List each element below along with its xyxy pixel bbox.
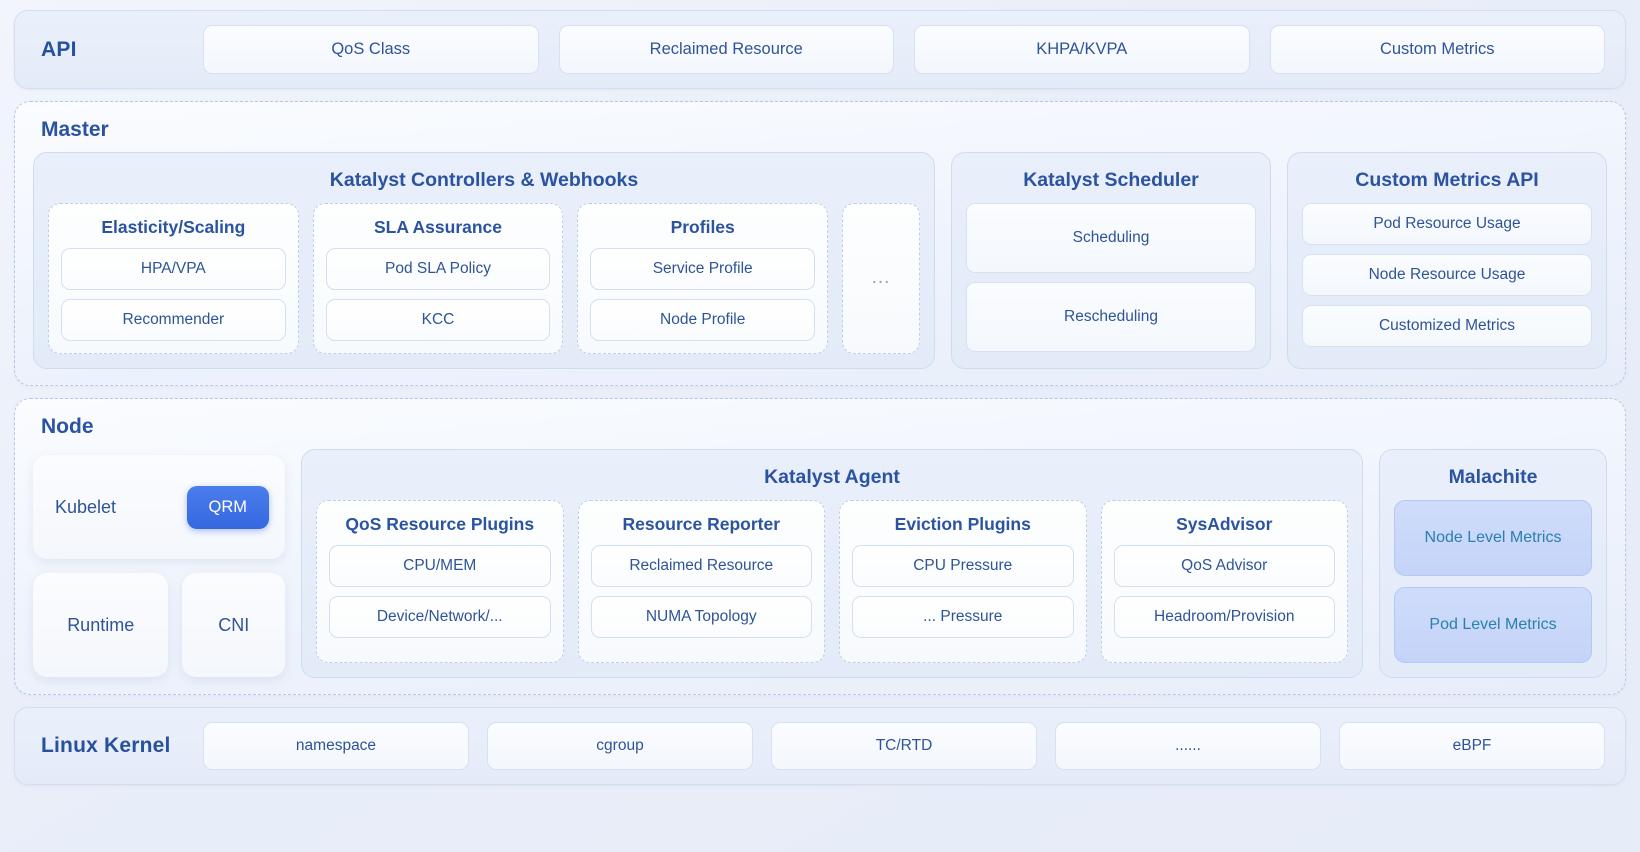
malachite-card: Malachite Node Level Metrics Pod Level M… bbox=[1379, 449, 1607, 678]
kernel-chip-cgroup[interactable]: cgroup bbox=[487, 722, 753, 770]
kernel-chip-ebpf[interactable]: eBPF bbox=[1339, 722, 1605, 770]
item-kcc[interactable]: KCC bbox=[325, 299, 551, 341]
item-device-network[interactable]: Device/Network/... bbox=[329, 596, 551, 638]
group-sla-assurance-title: SLA Assurance bbox=[373, 217, 503, 237]
api-chip-custom-metrics[interactable]: Custom Metrics bbox=[1269, 25, 1605, 74]
item-scheduling[interactable]: Scheduling bbox=[966, 203, 1256, 273]
kubelet-box[interactable]: Kubelet QRM bbox=[33, 455, 285, 559]
katalyst-scheduler-title: Katalyst Scheduler bbox=[1023, 169, 1199, 191]
katalyst-agent-card: Katalyst Agent QoS Resource Plugins CPU/… bbox=[301, 449, 1363, 678]
qrm-badge[interactable]: QRM bbox=[186, 485, 269, 529]
custom-metrics-api-title: Custom Metrics API bbox=[1355, 169, 1539, 191]
api-chip-reclaimed-resource[interactable]: Reclaimed Resource bbox=[558, 25, 894, 74]
item-node-level-metrics[interactable]: Node Level Metrics bbox=[1394, 500, 1592, 576]
runtime-box[interactable]: Runtime bbox=[33, 573, 169, 677]
node-zone-body: Kubelet QRM Runtime CNI Katalyst Agent Q… bbox=[33, 449, 1607, 678]
item-numa-topology[interactable]: NUMA Topology bbox=[590, 596, 812, 638]
runtime-cni-row: Runtime CNI bbox=[33, 573, 285, 677]
item-hpa-vpa[interactable]: HPA/VPA bbox=[61, 248, 286, 290]
group-sysadvisor-title: SysAdvisor bbox=[1176, 514, 1273, 534]
item-node-resource-usage[interactable]: Node Resource Usage bbox=[1302, 254, 1592, 296]
katalyst-controllers-card: Katalyst Controllers & Webhooks Elastici… bbox=[33, 152, 935, 369]
node-zone-title: Node bbox=[41, 415, 94, 438]
kubelet-label: Kubelet bbox=[55, 496, 117, 517]
katalyst-scheduler-card: Katalyst Scheduler Scheduling Rescheduli… bbox=[951, 152, 1271, 369]
group-sla-assurance: SLA Assurance Pod SLA Policy KCC bbox=[312, 203, 564, 354]
katalyst-agent-title: Katalyst Agent bbox=[764, 466, 900, 488]
item-reclaimed-resource[interactable]: Reclaimed Resource bbox=[590, 545, 812, 587]
master-zone-title: Master bbox=[41, 118, 109, 141]
group-elasticity-scaling-title: Elasticity/Scaling bbox=[101, 217, 246, 237]
api-layer: API QoS Class Reclaimed Resource KHPA/KV… bbox=[14, 10, 1626, 89]
item-cpu-pressure[interactable]: CPU Pressure bbox=[852, 545, 1074, 587]
master-zone: Master Katalyst Controllers & Webhooks E… bbox=[14, 101, 1626, 386]
group-elasticity-scaling: Elasticity/Scaling HPA/VPA Recommender bbox=[48, 203, 299, 354]
item-headroom-provision[interactable]: Headroom/Provision bbox=[1113, 596, 1335, 638]
api-chip-khpa-kvpa[interactable]: KHPA/KVPA bbox=[914, 25, 1250, 74]
malachite-title: Malachite bbox=[1448, 466, 1538, 488]
item-node-profile[interactable]: Node Profile bbox=[590, 299, 816, 341]
item-pod-level-metrics[interactable]: Pod Level Metrics bbox=[1394, 587, 1592, 663]
group-more-controllers[interactable]: ... bbox=[842, 203, 921, 354]
group-qos-resource-plugins-title: QoS Resource Plugins bbox=[345, 514, 535, 534]
node-components-column: Kubelet QRM Runtime CNI bbox=[33, 449, 285, 678]
group-eviction-plugins-title: Eviction Plugins bbox=[894, 514, 1031, 534]
api-chip-qos-class[interactable]: QoS Class bbox=[203, 25, 539, 74]
api-chip-list: QoS Class Reclaimed Resource KHPA/KVPA C… bbox=[203, 25, 1605, 74]
katalyst-controllers-title: Katalyst Controllers & Webhooks bbox=[329, 169, 639, 191]
cni-box[interactable]: CNI bbox=[182, 573, 285, 677]
group-resource-reporter: Resource Reporter Reclaimed Resource NUM… bbox=[577, 500, 825, 663]
group-eviction-plugins: Eviction Plugins CPU Pressure ... Pressu… bbox=[839, 500, 1087, 663]
node-zone: Node Kubelet QRM Runtime CNI Katalyst Ag… bbox=[14, 398, 1626, 695]
group-sysadvisor: SysAdvisor QoS Advisor Headroom/Provisio… bbox=[1100, 500, 1348, 663]
group-profiles: Profiles Service Profile Node Profile bbox=[577, 203, 829, 354]
item-rescheduling[interactable]: Rescheduling bbox=[966, 282, 1256, 352]
kernel-chip-list: namespace cgroup TC/RTD ...... eBPF bbox=[203, 722, 1605, 770]
group-resource-reporter-title: Resource Reporter bbox=[622, 514, 781, 534]
item-other-pressure[interactable]: ... Pressure bbox=[852, 596, 1074, 638]
katalyst-controllers-columns: Elasticity/Scaling HPA/VPA Recommender S… bbox=[48, 203, 921, 354]
master-zone-body: Katalyst Controllers & Webhooks Elastici… bbox=[33, 152, 1607, 369]
linux-kernel-title: Linux Kernel bbox=[41, 734, 171, 757]
item-qos-advisor[interactable]: QoS Advisor bbox=[1113, 545, 1335, 587]
item-pod-sla-policy[interactable]: Pod SLA Policy bbox=[325, 248, 551, 290]
group-profiles-title: Profiles bbox=[670, 217, 735, 237]
katalyst-agent-columns: QoS Resource Plugins CPU/MEM Device/Netw… bbox=[316, 500, 1348, 663]
item-pod-resource-usage[interactable]: Pod Resource Usage bbox=[1302, 203, 1592, 245]
item-recommender[interactable]: Recommender bbox=[61, 299, 286, 341]
group-qos-resource-plugins: QoS Resource Plugins CPU/MEM Device/Netw… bbox=[316, 500, 564, 663]
kernel-chip-namespace[interactable]: namespace bbox=[203, 722, 469, 770]
kernel-chip-more[interactable]: ...... bbox=[1055, 722, 1321, 770]
item-service-profile[interactable]: Service Profile bbox=[590, 248, 816, 290]
custom-metrics-api-card: Custom Metrics API Pod Resource Usage No… bbox=[1287, 152, 1607, 369]
item-cpu-mem[interactable]: CPU/MEM bbox=[329, 545, 551, 587]
linux-kernel-layer: Linux Kernel namespace cgroup TC/RTD ...… bbox=[14, 707, 1626, 785]
item-customized-metrics[interactable]: Customized Metrics bbox=[1302, 305, 1592, 347]
api-layer-title: API bbox=[41, 37, 77, 61]
kernel-chip-tc-rtd[interactable]: TC/RTD bbox=[771, 722, 1037, 770]
